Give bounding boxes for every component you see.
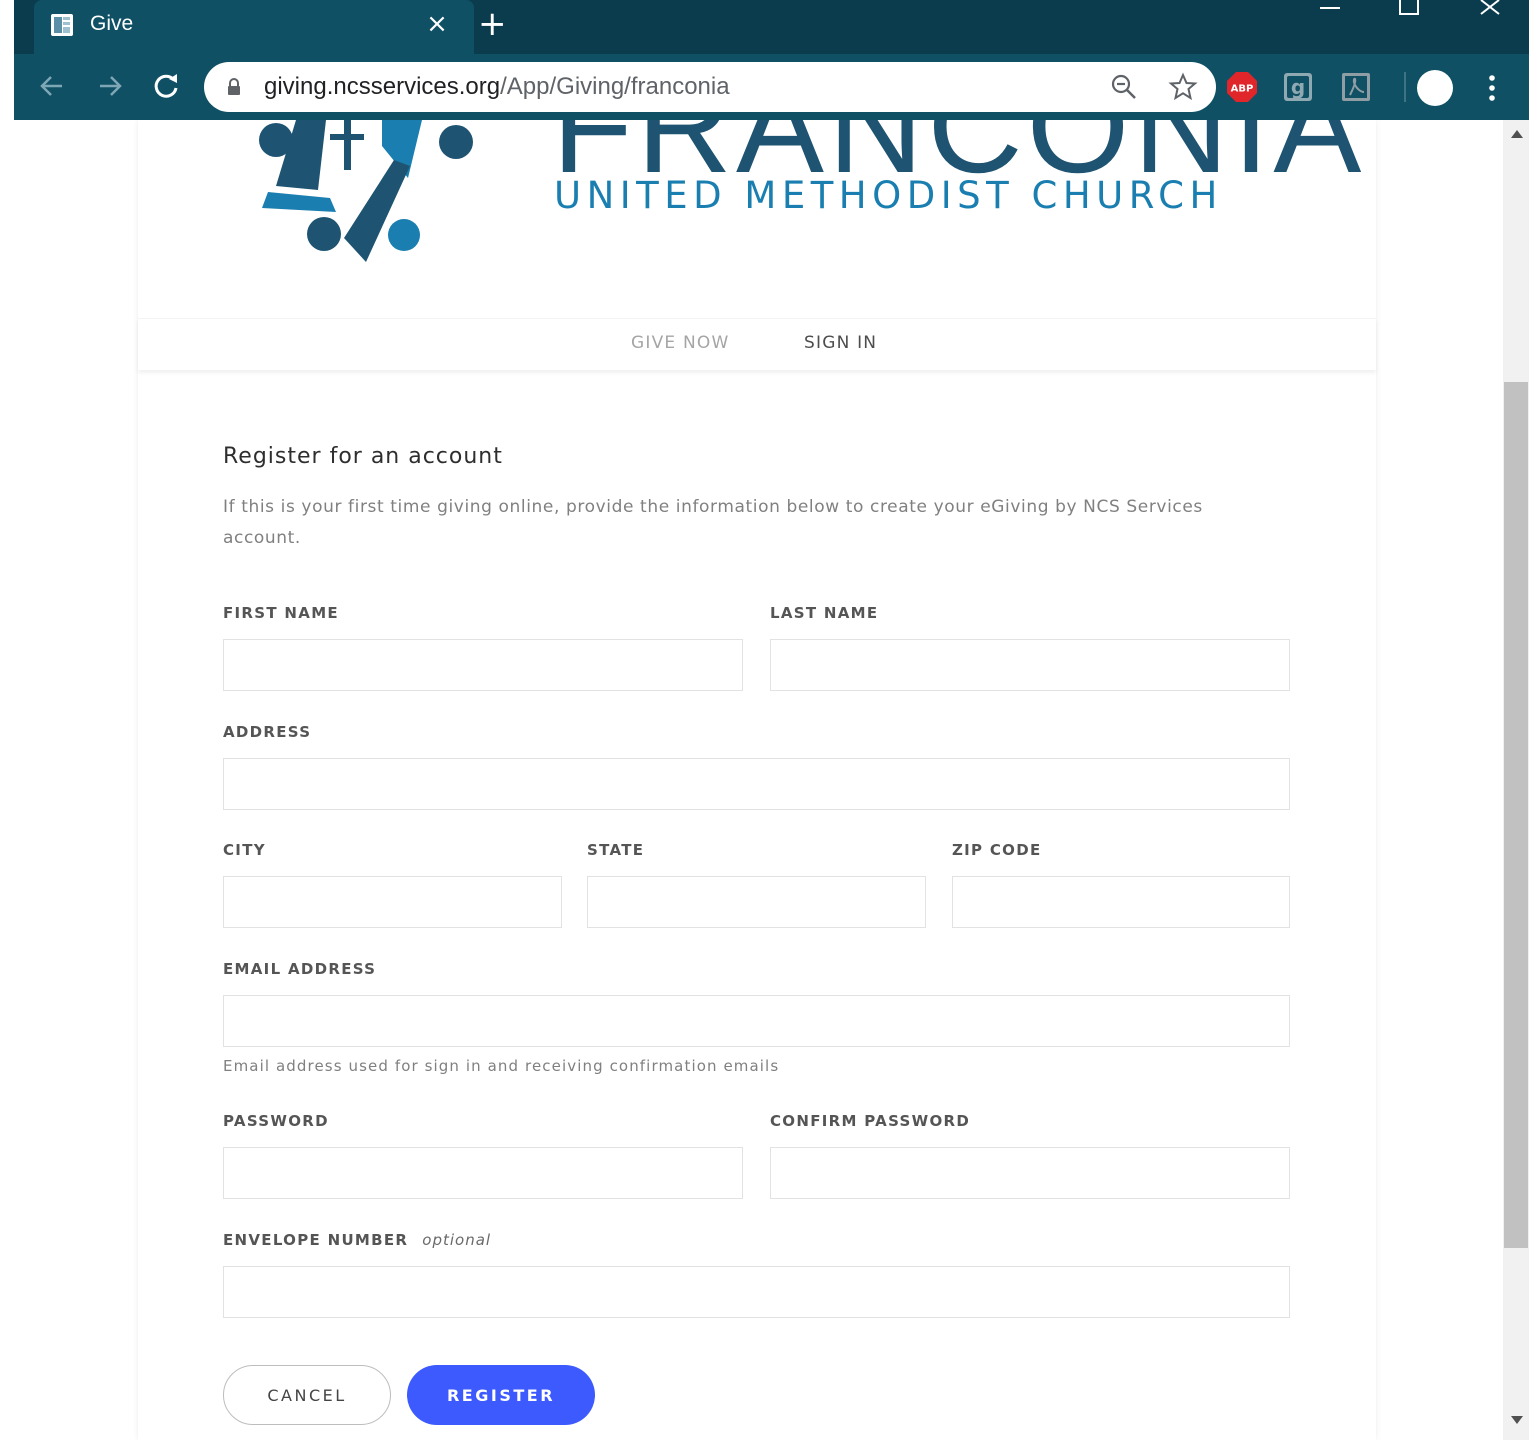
adblock-plus-icon[interactable]: ABP bbox=[1226, 71, 1258, 103]
form-description: If this is your first time giving online… bbox=[223, 497, 1203, 548]
left-gutter bbox=[0, 0, 14, 1440]
address-bar[interactable]: giving.ncsservices.org/App/Giving/franco… bbox=[204, 62, 1216, 112]
email-input[interactable] bbox=[223, 995, 1290, 1047]
cancel-button[interactable]: CANCEL bbox=[223, 1365, 391, 1425]
grammarly-label: g bbox=[1291, 75, 1305, 99]
reload-icon[interactable] bbox=[148, 68, 184, 104]
confirm-password-label: CONFIRM PASSWORD bbox=[770, 1112, 971, 1130]
page-scrollbar[interactable] bbox=[1503, 120, 1529, 1440]
password-input[interactable] bbox=[223, 1147, 743, 1199]
optional-tag: optional bbox=[422, 1231, 492, 1249]
nav-sign-in[interactable]: SIGN IN bbox=[804, 333, 877, 353]
zip-code-label: ZIP CODE bbox=[952, 841, 1042, 859]
zip-code-input[interactable] bbox=[952, 876, 1290, 928]
scroll-up-icon[interactable] bbox=[1511, 130, 1523, 138]
confirm-password-input[interactable] bbox=[770, 1147, 1290, 1199]
church-emblem-icon bbox=[259, 120, 473, 262]
address-label: ADDRESS bbox=[223, 723, 312, 741]
tab-favicon-icon bbox=[51, 14, 73, 36]
site-nav: GIVE NOW SIGN IN bbox=[138, 318, 1376, 370]
minimize-window-icon[interactable] bbox=[1310, 0, 1350, 24]
url-host: giving.ncsservices.org bbox=[264, 73, 501, 100]
envelope-number-input[interactable] bbox=[223, 1266, 1290, 1318]
register-button[interactable]: REGISTER bbox=[407, 1365, 595, 1425]
scroll-down-icon[interactable] bbox=[1511, 1416, 1523, 1424]
city-input[interactable] bbox=[223, 876, 562, 928]
url-path: /App/Giving/franconia bbox=[500, 73, 730, 100]
browser-titlebar: Give × + bbox=[14, 0, 1529, 54]
state-input[interactable] bbox=[587, 876, 926, 928]
envelope-number-text: ENVELOPE NUMBER bbox=[223, 1231, 409, 1249]
last-name-label: LAST NAME bbox=[770, 604, 879, 622]
address-input[interactable] bbox=[223, 758, 1290, 810]
browser-tab[interactable]: Give × bbox=[34, 0, 474, 54]
content-card: FRANCONIA UNITED METHODIST CHURCH GIVE N… bbox=[138, 120, 1376, 1440]
profile-avatar[interactable] bbox=[1417, 70, 1453, 106]
back-arrow-icon[interactable] bbox=[34, 68, 70, 104]
more-menu-icon[interactable] bbox=[1482, 70, 1502, 106]
password-label: PASSWORD bbox=[223, 1112, 329, 1130]
city-label: CITY bbox=[223, 841, 266, 859]
last-name-input[interactable] bbox=[770, 639, 1290, 691]
bookmark-star-icon[interactable] bbox=[1168, 72, 1198, 102]
lock-icon bbox=[228, 78, 240, 95]
form-title: Register for an account bbox=[223, 444, 503, 469]
scrollbar-thumb[interactable] bbox=[1504, 382, 1528, 1248]
toolbar-separator bbox=[1404, 72, 1406, 102]
envelope-number-label: ENVELOPE NUMBER optional bbox=[223, 1231, 491, 1249]
email-label: EMAIL ADDRESS bbox=[223, 960, 377, 978]
url-text[interactable]: giving.ncsservices.org/App/Giving/franco… bbox=[264, 73, 730, 101]
forward-arrow-icon[interactable] bbox=[92, 68, 128, 104]
close-window-icon[interactable] bbox=[1470, 0, 1510, 24]
first-name-label: FIRST NAME bbox=[223, 604, 339, 622]
tab-title: Give bbox=[90, 12, 134, 35]
page-viewport: FRANCONIA UNITED METHODIST CHURCH GIVE N… bbox=[14, 120, 1503, 1440]
state-label: STATE bbox=[587, 841, 645, 859]
nav-give-now[interactable]: GIVE NOW bbox=[631, 333, 729, 353]
church-logo: FRANCONIA UNITED METHODIST CHURCH bbox=[232, 120, 1361, 270]
grammarly-icon[interactable]: g bbox=[1282, 71, 1314, 103]
tab-close-icon[interactable]: × bbox=[424, 8, 450, 40]
first-name-input[interactable] bbox=[223, 639, 743, 691]
new-tab-button[interactable]: + bbox=[478, 6, 507, 42]
email-help-text: Email address used for sign in and recei… bbox=[223, 1057, 780, 1075]
zoom-out-icon[interactable] bbox=[1110, 73, 1138, 101]
maximize-window-icon[interactable] bbox=[1388, 0, 1428, 24]
browser-toolbar: giving.ncsservices.org/App/Giving/franco… bbox=[14, 54, 1529, 120]
adblock-plus-label: ABP bbox=[1231, 84, 1254, 95]
acrobat-icon[interactable] bbox=[1340, 71, 1372, 103]
logo-subtitle: UNITED METHODIST CHURCH bbox=[554, 174, 1223, 217]
